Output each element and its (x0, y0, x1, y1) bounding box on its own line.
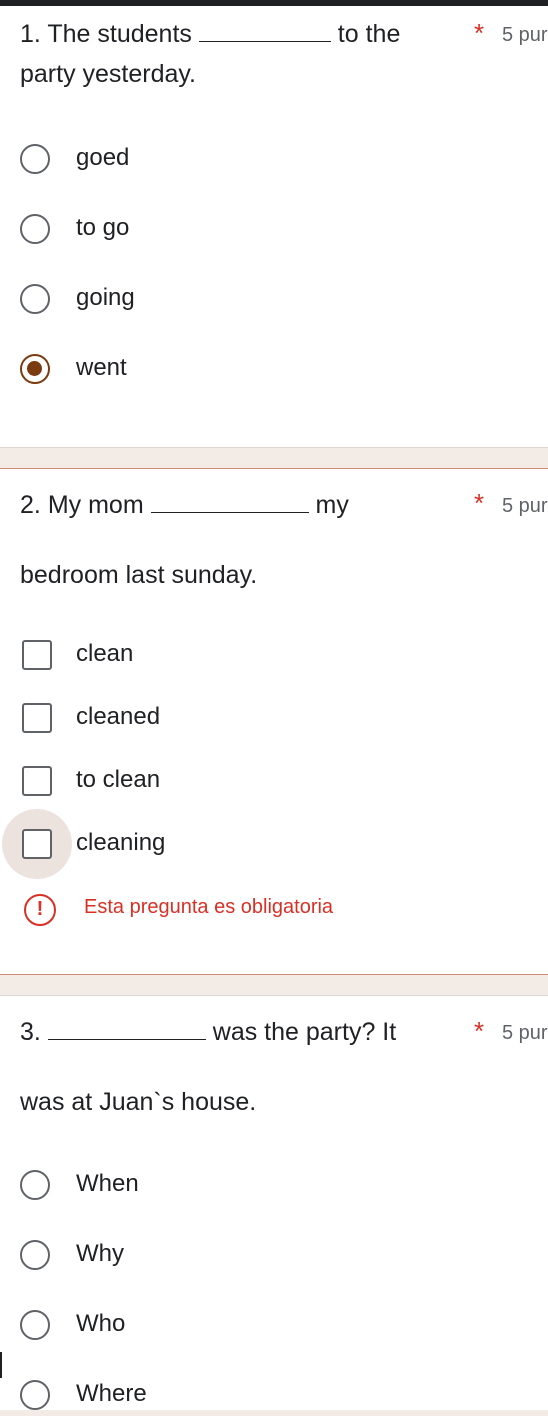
radio-button[interactable] (20, 1240, 50, 1270)
option-label: cleaned (76, 703, 161, 730)
question-2-title: 2. My mom my (20, 485, 349, 525)
answer-blank (198, 19, 331, 42)
option-label: clean (76, 640, 134, 667)
option-label: to go (76, 214, 130, 241)
option-label: Where (76, 1380, 147, 1407)
option-clean[interactable]: clean (0, 626, 548, 682)
radio-button[interactable] (20, 1310, 50, 1340)
checkbox[interactable] (22, 640, 52, 670)
answer-blank (150, 490, 309, 513)
checkbox[interactable] (22, 829, 52, 859)
option-label: Why (76, 1240, 124, 1267)
question-1-title: 1. The students to the (20, 14, 400, 54)
required-asterisk: * (474, 1016, 485, 1046)
top-divider (0, 0, 548, 6)
option-went[interactable]: went (0, 340, 548, 396)
question-2-text-before: My mom (47, 491, 144, 519)
question-2-points: 5 pur (502, 495, 548, 517)
error-message: Esta pregunta es obligatoria (84, 896, 334, 918)
question-3-points: 5 pur (502, 1022, 548, 1044)
option-label: Who (76, 1310, 126, 1337)
question-1-title-line2: party yesterday. (20, 60, 197, 88)
option-goed[interactable]: goed (0, 130, 548, 186)
radio-button[interactable] (20, 1380, 50, 1410)
question-2-title-line2: bedroom last sunday. (20, 561, 258, 589)
option-going[interactable]: going (0, 270, 548, 326)
option-cleaning[interactable]: cleaning (0, 809, 548, 879)
answer-blank (47, 1017, 206, 1040)
required-asterisk: * (474, 488, 485, 518)
required-asterisk: * (474, 18, 485, 48)
card-border-error (0, 468, 548, 469)
question-1-text-after: to the (337, 20, 401, 48)
text-cursor (0, 1352, 2, 1378)
question-3-title: 3. was the party? It (20, 1012, 396, 1052)
option-to-clean[interactable]: to clean (0, 752, 548, 808)
option-label: goed (76, 144, 130, 171)
option-label: cleaning (76, 829, 166, 856)
question-1-text-before: The students (47, 20, 192, 48)
option-to-go[interactable]: to go (0, 200, 548, 256)
checkbox[interactable] (22, 703, 52, 733)
option-label: going (76, 284, 135, 311)
option-who[interactable]: Who (0, 1296, 548, 1352)
question-1-number: 1. (20, 20, 41, 48)
option-when[interactable]: When (0, 1156, 548, 1212)
question-2-text-after: my (315, 491, 349, 519)
card-border (0, 995, 548, 996)
section-gap (0, 1410, 548, 1416)
option-label: went (76, 354, 127, 381)
error-icon: ! (24, 894, 56, 926)
question-3-text-after: was the party? It (212, 1018, 397, 1046)
option-label: to clean (76, 766, 161, 793)
checkbox[interactable] (22, 766, 52, 796)
section-gap (0, 448, 548, 468)
radio-button-selected[interactable] (20, 354, 50, 384)
radio-button[interactable] (20, 214, 50, 244)
question-3-title-line2: was at Juan`s house. (20, 1088, 257, 1116)
option-why[interactable]: Why (0, 1226, 548, 1282)
question-1-points: 5 pur (502, 24, 548, 46)
radio-button[interactable] (20, 144, 50, 174)
radio-button[interactable] (20, 284, 50, 314)
question-2-number: 2. (20, 491, 41, 519)
option-label: When (76, 1170, 139, 1197)
question-3-number: 3. (20, 1018, 41, 1046)
option-cleaned[interactable]: cleaned (0, 689, 548, 745)
radio-button[interactable] (20, 1170, 50, 1200)
section-gap (0, 975, 548, 995)
